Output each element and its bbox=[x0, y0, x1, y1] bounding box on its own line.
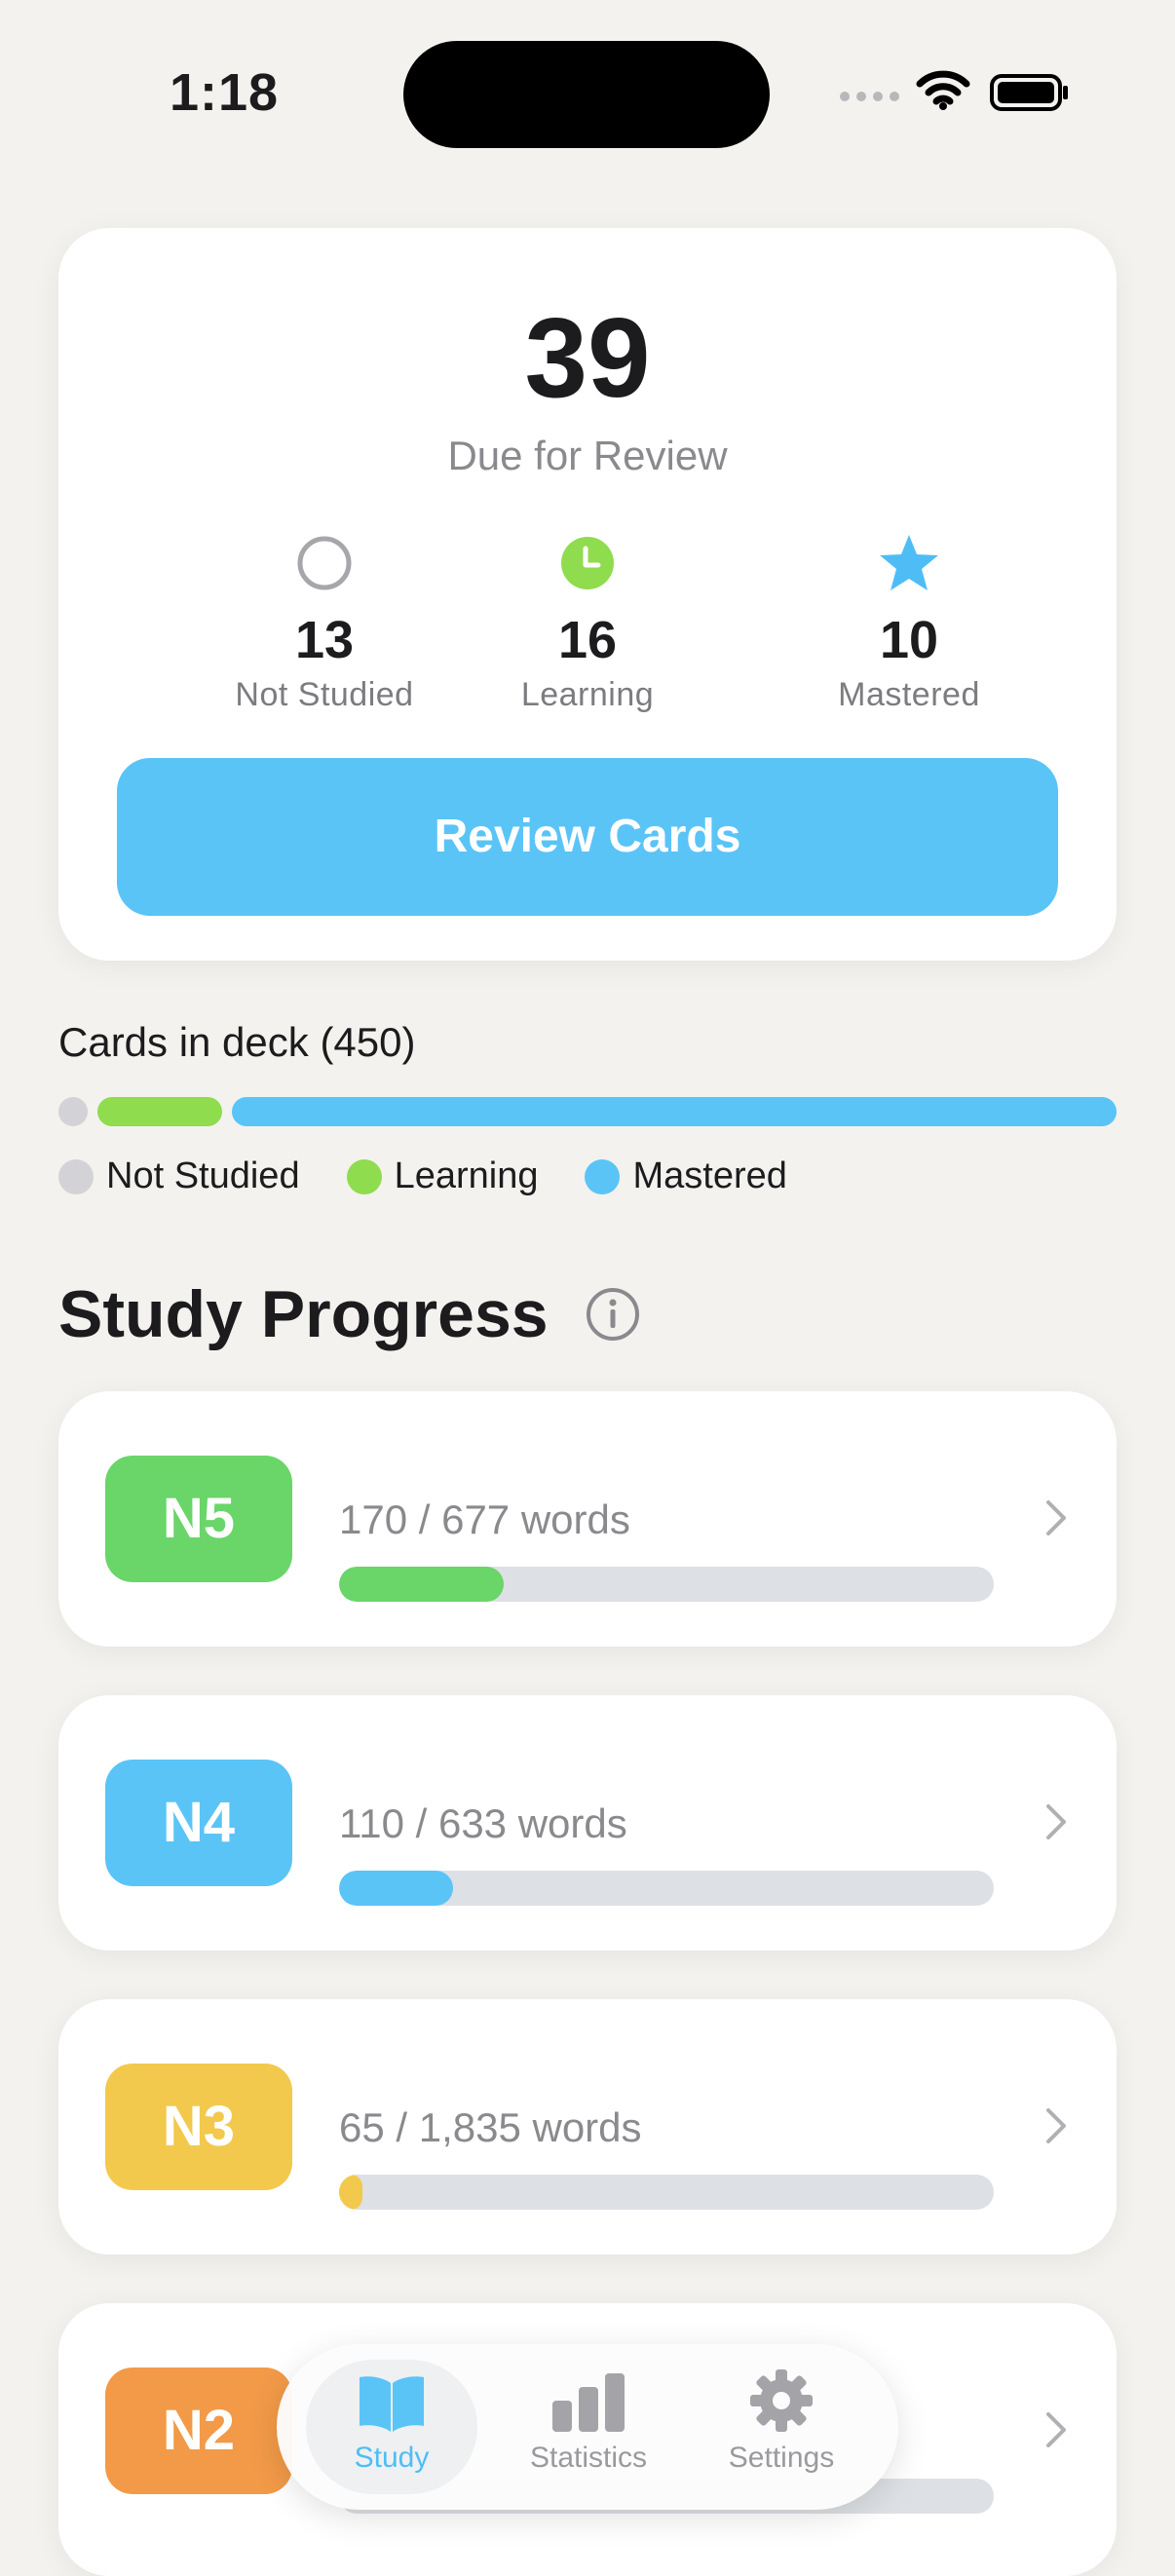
review-cards-button[interactable]: Review Cards bbox=[117, 758, 1058, 916]
chevron-right-icon bbox=[1046, 1500, 1066, 1535]
due-label: Due for Review bbox=[447, 433, 728, 478]
clock-icon bbox=[561, 537, 614, 589]
progress-fill bbox=[339, 1567, 504, 1602]
chevron-right-icon bbox=[1046, 2412, 1066, 2447]
progress-track bbox=[339, 2175, 994, 2210]
wifi-icon bbox=[916, 70, 970, 110]
stat-label: Learning bbox=[520, 676, 655, 713]
stat-learning: 16 Learning bbox=[441, 532, 734, 714]
section-title: Study Progress bbox=[58, 1277, 549, 1351]
tab-settings[interactable]: Settings bbox=[696, 2360, 867, 2494]
legend-dot bbox=[585, 1158, 621, 1194]
book-icon bbox=[360, 2376, 424, 2432]
chevron-right-icon bbox=[1046, 2108, 1066, 2143]
legend-item: Mastered bbox=[585, 1155, 787, 1197]
legend-item: Learning bbox=[346, 1155, 539, 1197]
stat-label: Not Studied bbox=[235, 676, 414, 713]
tab-statistics[interactable]: Statistics bbox=[503, 2360, 674, 2494]
cellular-signal-icon bbox=[840, 92, 899, 101]
tab-bar: Study Statistics Settings bbox=[277, 2344, 898, 2510]
legend-label: Mastered bbox=[632, 1155, 787, 1196]
legend-dot bbox=[346, 1158, 382, 1194]
deck-title: Cards in deck (450) bbox=[58, 1019, 416, 1065]
status-time: 1:18 bbox=[170, 63, 280, 122]
legend-label: Learning bbox=[394, 1155, 539, 1196]
deck-segment-mastered bbox=[232, 1097, 1117, 1126]
star-icon bbox=[880, 535, 938, 590]
word-count: 65 / 1,835 words bbox=[339, 2104, 642, 2150]
deck-legend: Not Studied Learning Mastered bbox=[58, 1155, 834, 1197]
status-bar: 1:18 bbox=[0, 0, 1175, 195]
stat-count: 10 bbox=[879, 611, 939, 669]
level-badge: N4 bbox=[105, 1760, 292, 1886]
level-badge: N3 bbox=[105, 2064, 292, 2190]
tab-label: Statistics bbox=[529, 2442, 648, 2474]
word-count: 110 / 633 words bbox=[339, 1800, 627, 1846]
info-icon[interactable] bbox=[585, 1286, 641, 1343]
level-card-n4[interactable]: N4 110 / 633 words bbox=[58, 1695, 1117, 1951]
progress-track bbox=[339, 1871, 994, 1906]
stat-count: 16 bbox=[557, 611, 618, 669]
deck-segment-learning bbox=[97, 1097, 222, 1126]
tab-label: Settings bbox=[728, 2442, 835, 2474]
level-card-n3[interactable]: N3 65 / 1,835 words bbox=[58, 1999, 1117, 2254]
deck-segment-not-studied bbox=[58, 1097, 88, 1126]
stat-mastered: 10 Mastered bbox=[763, 532, 1055, 714]
bar-chart-icon bbox=[552, 2373, 625, 2432]
tab-study[interactable]: Study bbox=[306, 2360, 477, 2494]
level-badge: N5 bbox=[105, 1456, 292, 1582]
stat-count: 13 bbox=[294, 611, 355, 669]
gear-icon bbox=[750, 2369, 813, 2432]
legend-dot bbox=[58, 1158, 94, 1194]
progress-fill bbox=[339, 2175, 362, 2210]
level-badge: N2 bbox=[105, 2368, 292, 2494]
review-summary-card: 39 Due for Review 13 Not Studied 16 Lear… bbox=[58, 228, 1117, 961]
dynamic-island bbox=[403, 41, 770, 148]
progress-fill bbox=[339, 1871, 453, 1906]
empty-circle-icon bbox=[297, 536, 352, 590]
stat-not-studied: 13 Not Studied bbox=[178, 532, 471, 714]
tab-label: Study bbox=[354, 2442, 430, 2474]
due-count: 39 bbox=[524, 294, 651, 421]
level-card-n5[interactable]: N5 170 / 677 words bbox=[58, 1391, 1117, 1647]
progress-track bbox=[339, 1567, 994, 1602]
battery-icon bbox=[990, 74, 1068, 111]
deck-distribution-bar bbox=[58, 1097, 1117, 1126]
legend-label: Not Studied bbox=[106, 1155, 300, 1196]
legend-item: Not Studied bbox=[58, 1155, 300, 1197]
word-count: 170 / 677 words bbox=[339, 1496, 630, 1542]
stat-label: Mastered bbox=[838, 676, 980, 713]
chevron-right-icon bbox=[1046, 1804, 1066, 1839]
